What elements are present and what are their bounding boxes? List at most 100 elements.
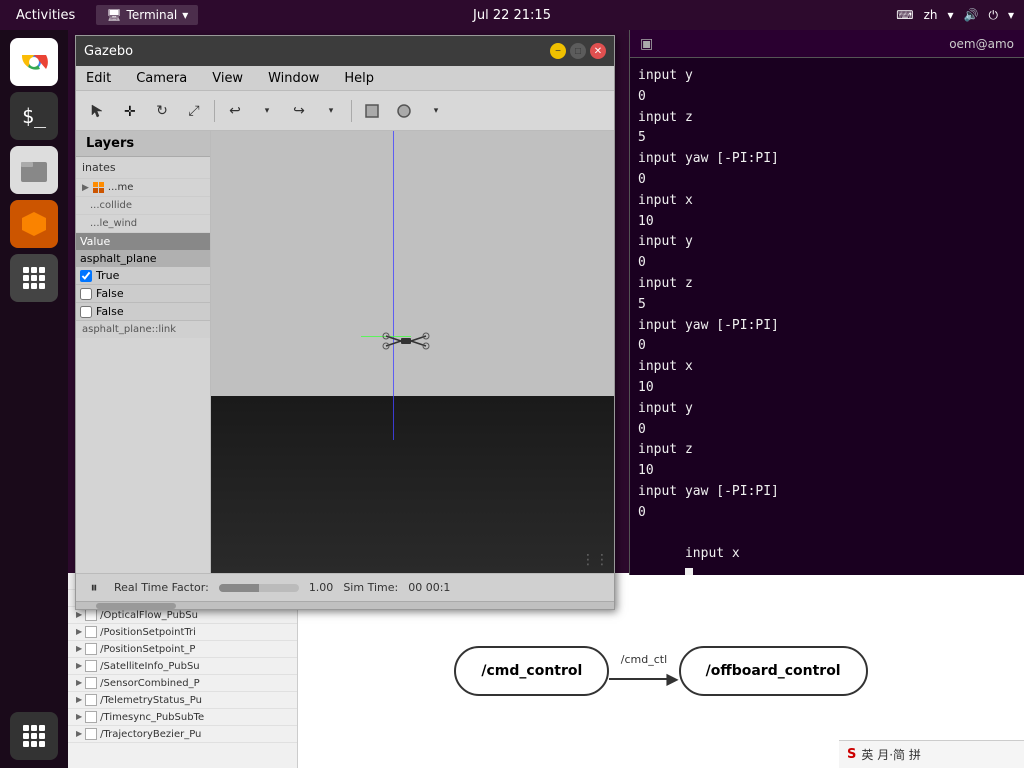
flow-arrow: /cmd_ctl ▶	[609, 653, 678, 688]
simtime-label: Sim Time:	[343, 581, 398, 594]
system-bar: Activities 🖥 Terminal ▾ Jul 22 21:15 ⌨ z…	[0, 0, 1024, 30]
node-checkbox-6[interactable]	[85, 677, 97, 689]
gazebo-content: Layers inates ▶ ...me ...collide ...le_w…	[76, 131, 614, 573]
maximize-button[interactable]: □	[570, 43, 586, 59]
dock-orange-app[interactable]	[10, 200, 58, 248]
checkbox-false-1[interactable]: False	[76, 285, 210, 303]
node-checkbox-5[interactable]	[85, 660, 97, 672]
layer-item-2[interactable]: ...collide	[76, 197, 210, 215]
realtime-value: 1.00	[309, 581, 334, 594]
chevron-6	[76, 678, 82, 688]
ros-node-4[interactable]: /PositionSetpoint_P	[68, 641, 297, 658]
menu-edit[interactable]: Edit	[81, 69, 116, 88]
model-name-row: asphalt_plane	[76, 250, 210, 267]
node-name-3: /PositionSetpointTri	[100, 627, 196, 638]
dock-terminal[interactable]: $_	[10, 92, 58, 140]
term-line-3: 5	[638, 128, 1016, 149]
dock-cube-app[interactable]	[10, 254, 58, 302]
term-line-0: input y	[638, 66, 1016, 87]
true-label: True	[96, 269, 119, 282]
minimize-button[interactable]: −	[550, 43, 566, 59]
dock-files[interactable]	[10, 146, 58, 194]
true-checkbox[interactable]	[80, 270, 92, 282]
more-tools-button[interactable]: ▾	[422, 97, 450, 125]
term-line-16: input y	[638, 399, 1016, 420]
terminal-dock-icon: $_	[22, 104, 46, 128]
rotate-tool-button[interactable]: ↻	[148, 97, 176, 125]
terminal-body[interactable]: input y 0 input z 5 input yaw [-PI:PI] 0…	[630, 58, 1024, 575]
move-tool-button[interactable]: ✛	[116, 97, 144, 125]
term-line-15: 10	[638, 378, 1016, 399]
terminal-user-label: oem@amo	[949, 37, 1014, 51]
horizontal-scrollbar[interactable]	[76, 601, 614, 609]
menu-view[interactable]: View	[207, 69, 248, 88]
false-checkbox-1[interactable]	[80, 288, 92, 300]
ros-node-3[interactable]: /PositionSetpointTri	[68, 624, 297, 641]
system-bar-clock: Jul 22 21:15	[473, 8, 551, 23]
sogou-input-bar[interactable]: S 英 月·简 拼	[839, 740, 1024, 768]
term-line-17: 0	[638, 420, 1016, 441]
node-name-7: /TelemetryStatus_Pu	[100, 695, 202, 706]
node-checkbox-3[interactable]	[85, 626, 97, 638]
term-line-8: input y	[638, 232, 1016, 253]
close-button[interactable]: ✕	[590, 43, 606, 59]
terminal-window: ▣ oem@amo input y 0 input z 5 input yaw …	[629, 30, 1024, 575]
panel-link[interactable]: asphalt_plane::link	[76, 321, 210, 338]
layers-tab[interactable]: Layers	[76, 131, 210, 157]
grid-icon	[21, 265, 47, 291]
checkbox-false-2[interactable]: False	[76, 303, 210, 321]
activities-button[interactable]: Activities	[10, 6, 81, 25]
term-line-19: 10	[638, 461, 1016, 482]
dock-apps-grid[interactable]	[10, 712, 58, 760]
terminal-titlebar: ▣ oem@amo	[630, 30, 1024, 58]
ros-node-5[interactable]: /SatelliteInfo_PubSu	[68, 658, 297, 675]
collapse-icon: ▶	[82, 183, 89, 193]
flow-arrow-line: ▶	[609, 669, 678, 688]
scroll-thumb[interactable]	[96, 603, 176, 609]
node-name-4: /PositionSetpoint_P	[100, 644, 195, 655]
select-tool-button[interactable]	[84, 97, 112, 125]
box-tool-button[interactable]	[358, 97, 386, 125]
realtime-progress	[219, 584, 299, 592]
gazebo-3d-viewport[interactable]: ⋮⋮	[211, 131, 614, 573]
menu-help[interactable]: Help	[339, 69, 379, 88]
checkbox-true[interactable]: True	[76, 267, 210, 285]
system-bar-left: Activities 🖥 Terminal ▾	[10, 5, 198, 25]
node-checkbox-9[interactable]	[85, 728, 97, 740]
node-checkbox-7[interactable]	[85, 694, 97, 706]
false-label-2: False	[96, 305, 124, 318]
dock-chrome[interactable]	[10, 38, 58, 86]
resize-handle[interactable]: ⋮⋮	[581, 552, 609, 568]
terminal-icon: 🖥	[106, 8, 121, 22]
ros-node-6[interactable]: /SensorCombined_P	[68, 675, 297, 692]
apps-grid-icon	[21, 723, 47, 749]
power-icon: ⏻	[988, 8, 998, 23]
node-checkbox-8[interactable]	[85, 711, 97, 723]
node-name-8: /Timesync_PubSubTe	[100, 712, 204, 723]
menu-camera[interactable]: Camera	[131, 69, 192, 88]
simtime-value: 00 00:1	[408, 581, 450, 594]
false-checkbox-2[interactable]	[80, 306, 92, 318]
layer-item-1[interactable]: ▶ ...me	[76, 179, 210, 197]
chevron-2	[76, 610, 82, 620]
ros-node-8[interactable]: /Timesync_PubSubTe	[68, 709, 297, 726]
redo-dropdown[interactable]: ▾	[317, 97, 345, 125]
sphere-tool-button[interactable]	[390, 97, 418, 125]
redo-button[interactable]: ↪	[285, 97, 313, 125]
scale-tool-button[interactable]: ⤢	[180, 97, 208, 125]
ros-node-7[interactable]: /TelemetryStatus_Pu	[68, 692, 297, 709]
taskbar-terminal[interactable]: 🖥 Terminal ▾	[96, 5, 198, 25]
system-bar-right: ⌨ zh ▾ 🔊 ⏻ ▾	[896, 8, 1014, 23]
coordinates-section: inates	[76, 157, 210, 179]
layer-item-3[interactable]: ...le_wind	[76, 215, 210, 233]
pause-button[interactable]: ⏸	[84, 578, 104, 598]
node-checkbox-2[interactable]	[85, 609, 97, 621]
term-line-5: 0	[638, 170, 1016, 191]
menu-window[interactable]: Window	[263, 69, 324, 88]
undo-dropdown[interactable]: ▾	[253, 97, 281, 125]
undo-button[interactable]: ↩	[221, 97, 249, 125]
node-checkbox-4[interactable]	[85, 643, 97, 655]
ros-node-9[interactable]: /TrajectoryBezier_Pu	[68, 726, 297, 743]
term-line-7: 10	[638, 212, 1016, 233]
svg-text:✛: ✛	[124, 103, 136, 119]
